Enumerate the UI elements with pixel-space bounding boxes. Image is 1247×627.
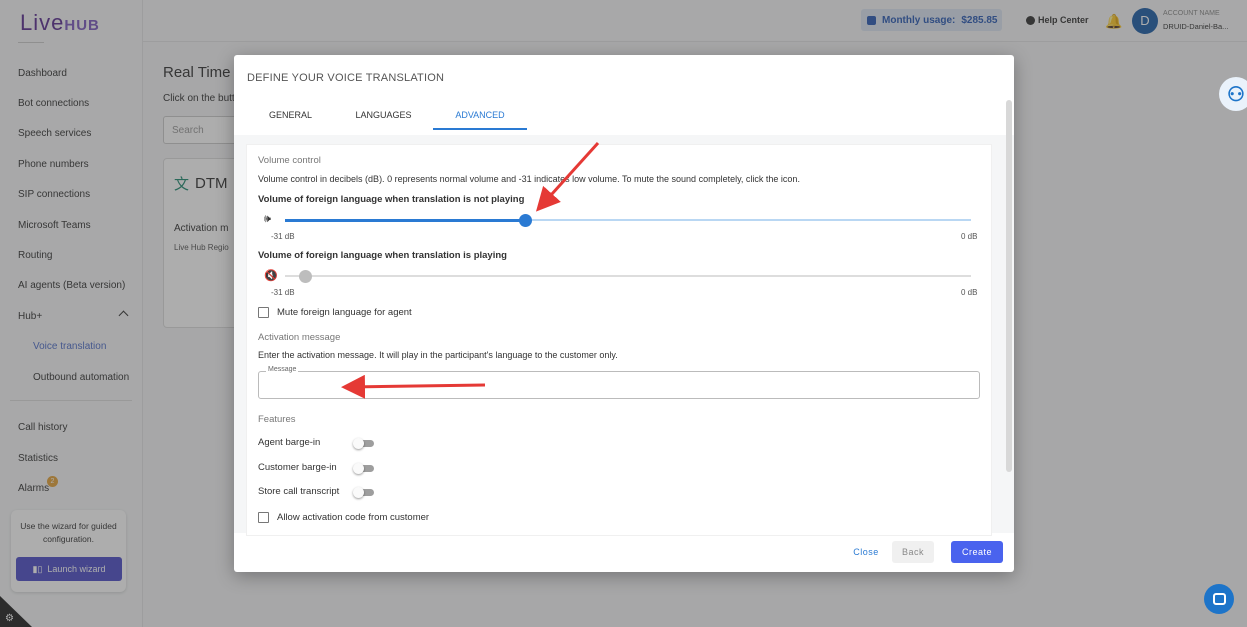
store-transcript-label: Store call transcript [258, 486, 340, 497]
slider2-min-label: -31 dB [271, 288, 295, 297]
close-button[interactable]: Close [846, 542, 886, 562]
slider2-label: Volume of foreign language when translat… [258, 250, 507, 261]
dialog-tabs: GENERAL LANGUAGES ADVANCED [247, 99, 527, 130]
slider1-label: Volume of foreign language when translat… [258, 194, 525, 205]
volume-section-label: Volume control [258, 155, 321, 166]
volume-slider-thumb[interactable] [518, 213, 532, 227]
dialog-title: DEFINE YOUR VOICE TRANSLATION [247, 72, 445, 84]
slider1-min-label: -31 dB [271, 232, 295, 241]
customer-barge-in-label: Customer barge-in [258, 462, 337, 473]
volume-description: Volume control in decibels (dB). 0 repre… [258, 174, 800, 184]
volume-slider-playing[interactable] [285, 269, 971, 283]
volume-slider-thumb[interactable] [299, 269, 313, 283]
slider2-max-label: 0 dB [961, 288, 978, 297]
agent-barge-in-label: Agent barge-in [258, 437, 321, 448]
tab-advanced[interactable]: ADVANCED [433, 99, 527, 130]
allow-activation-checkbox[interactable] [258, 512, 269, 523]
mute-agent-label[interactable]: Mute foreign language for agent [277, 307, 412, 318]
chat-button[interactable] [1204, 584, 1234, 614]
features-section-label: Features [258, 414, 296, 425]
create-button[interactable]: Create [951, 541, 1003, 563]
mute-agent-checkbox[interactable] [258, 307, 269, 318]
volume-slider-not-playing[interactable] [285, 213, 971, 227]
store-transcript-toggle[interactable] [353, 487, 377, 498]
volume-mute-icon[interactable]: 🔇 [264, 269, 278, 282]
activation-description: Enter the activation message. It will pl… [258, 350, 618, 360]
accessibility-icon: ⚇ [1227, 83, 1245, 106]
volume-icon[interactable]: 🕪 [264, 213, 271, 226]
advanced-settings-panel: Volume control Volume control in decibel… [247, 145, 991, 535]
tab-general[interactable]: GENERAL [247, 99, 334, 130]
accessibility-button[interactable]: ⚇ [1219, 77, 1247, 111]
volume-slider-fill [285, 218, 526, 222]
allow-activation-label[interactable]: Allow activation code from customer [277, 512, 429, 523]
chat-icon [1212, 593, 1226, 605]
agent-barge-in-toggle[interactable] [353, 438, 377, 449]
message-field-label: Message [266, 366, 299, 373]
dialog-scrollbar[interactable] [1006, 100, 1012, 472]
message-input[interactable]: Message [258, 366, 980, 399]
slider1-max-label: 0 dB [961, 232, 978, 241]
customer-barge-in-toggle[interactable] [353, 463, 377, 474]
tab-languages[interactable]: LANGUAGES [334, 99, 433, 130]
activation-section-label: Activation message [258, 332, 341, 343]
voice-translation-dialog: DEFINE YOUR VOICE TRANSLATION GENERAL LA… [234, 55, 1014, 572]
back-button[interactable]: Back [892, 541, 934, 563]
